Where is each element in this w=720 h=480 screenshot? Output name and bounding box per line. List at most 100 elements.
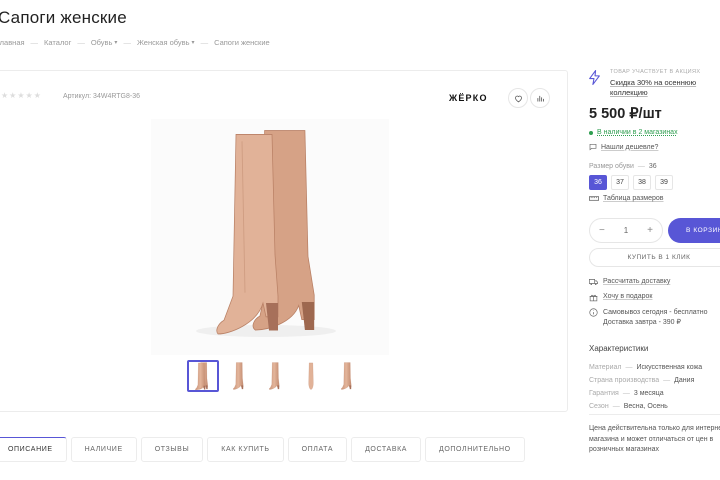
breadcrumb-shoes[interactable]: Обувь [91,38,113,47]
article-number: Артикул: 34W4RTG8-36 [63,93,140,100]
characteristics-title: Характеристики [589,344,649,353]
status-dot-icon [589,130,593,135]
size-label-text: Размер обуви [589,163,634,170]
quantity-stepper: − 1 + [589,218,663,243]
divider [589,414,720,415]
calc-delivery-text[interactable]: Рассчитать доставку [603,278,670,285]
breadcrumb-current: Сапоги женские [214,38,270,47]
size-selector: 36 37 38 39 [589,175,673,190]
chat-icon [589,144,597,151]
ruler-icon [589,196,599,201]
pickup-lines: Самовывоз сегодня - бесплатно Доставка з… [603,308,708,328]
pickup-info: Самовывоз сегодня - бесплатно Доставка з… [589,308,708,328]
bar-chart-icon [536,95,544,101]
thumbnail[interactable] [187,360,219,392]
characteristics-list: Материал — Искусственная кожа Страна произ… [589,361,702,413]
found-cheaper-text[interactable]: Нашли дешевле? [601,144,658,151]
lightning-icon [589,70,600,85]
gift-link[interactable]: Хочу в подарок [589,293,652,302]
availability-text[interactable]: В наличии в 2 магазинах [597,129,678,136]
article-label: Артикул: [63,93,92,100]
thumbnail[interactable] [223,360,255,392]
tab-availability[interactable]: НАЛИЧИЕ [70,437,137,462]
breadcrumb-home[interactable]: Главная [0,38,25,47]
promo-caption: ТОВАР УЧАСТВУЕТ В АКЦИЯХ [610,69,701,75]
brand-logo[interactable]: ЖЁРКО [449,93,488,103]
pickup-text: Самовывоз сегодня - бесплатно [603,309,708,316]
buy-one-click-button[interactable]: КУПИТЬ В 1 КЛИК [589,248,720,267]
quantity-value[interactable]: 1 [624,226,628,235]
price-disclaimer: Цена действительна только для интернет-м… [589,425,720,453]
breadcrumb-women-shoes[interactable]: Женская обувь [137,38,190,47]
calc-delivery-link[interactable]: Рассчитать доставку [589,278,670,286]
rating-stars[interactable]: ★ ★ ★ ★ ★ [1,91,41,100]
breadcrumb-separator: — [123,38,131,47]
breadcrumb-separator: — [200,38,209,47]
heart-icon [514,95,522,102]
characteristic-row: Сезон — Весна, Осень [589,400,702,413]
char-value: Весна, Осень [623,403,668,410]
decrement-button[interactable]: − [599,225,605,236]
tab-reviews[interactable]: ОТЗЫВЫ [140,437,204,462]
availability-status[interactable]: В наличии в 2 магазинах [589,129,678,136]
product-tabs: ОПИСАНИЕ НАЛИЧИЕ ОТЗЫВЫ КАК КУПИТЬ ОПЛАТ… [0,437,525,462]
page-title: Сапоги женские [0,8,127,27]
star-icon: ★ [1,91,9,100]
boots-photo [151,119,389,355]
increment-button[interactable]: + [647,225,653,236]
found-cheaper-link[interactable]: Нашли дешевле? [589,143,658,151]
size-separator: — [637,163,645,170]
size-label: Размер обуви —36 [589,163,657,170]
size-option[interactable]: 38 [633,175,651,190]
info-icon [589,308,598,317]
char-separator: — [625,364,633,371]
thumbnail[interactable] [295,360,327,392]
add-to-cart-button[interactable]: В КОРЗИНУ [668,218,720,243]
char-value: Дания [674,377,695,384]
star-icon: ★ [25,91,33,100]
char-label: Страна производства [589,377,660,384]
size-table-link[interactable]: Таблица размеров [589,195,664,202]
characteristic-row: Гарантия —3 месяца [589,387,702,400]
char-separator: — [622,390,630,397]
char-label: Сезон [589,403,609,410]
tab-payment[interactable]: ОПЛАТА [287,437,348,462]
thumbnail[interactable] [331,360,363,392]
compare-button[interactable] [530,88,550,108]
breadcrumb-catalog[interactable]: Каталог [44,38,71,47]
chevron-down-icon[interactable]: ▾ [114,39,117,46]
product-price: 5 500 ₽/шт [589,106,662,122]
char-value: 3 месяца [633,390,664,397]
char-label: Гарантия [589,390,619,397]
breadcrumb-separator: — [77,38,85,47]
star-icon: ★ [33,91,41,100]
image-thumbnails [187,360,363,392]
product-main-image[interactable] [151,119,389,355]
size-selected-value: 36 [648,163,657,170]
gift-text[interactable]: Хочу в подарок [603,293,652,300]
thumbnail[interactable] [259,360,291,392]
size-option[interactable]: 37 [611,175,629,190]
article-value: 34W4RTG8-36 [93,93,140,100]
char-separator: — [612,403,620,410]
product-gallery-card: ★ ★ ★ ★ ★ Артикул: 34W4RTG8-36 ЖЁРКО [0,70,568,412]
star-icon: ★ [9,91,17,100]
breadcrumb-separator: — [30,38,39,47]
char-separator: — [663,377,671,384]
tab-how-to-buy[interactable]: КАК КУПИТЬ [207,437,284,462]
gift-icon [589,294,598,302]
truck-icon [589,279,598,285]
chevron-down-icon[interactable]: ▾ [192,39,195,46]
tab-delivery[interactable]: ДОСТАВКА [351,437,422,462]
promo-link[interactable]: Скидка 30% на осеннюю коллекцию [610,78,720,98]
size-option[interactable]: 36 [589,175,607,190]
tab-description[interactable]: ОПИСАНИЕ [0,437,67,462]
favorite-button[interactable] [508,88,528,108]
star-icon: ★ [17,91,25,100]
characteristic-row: Материал — Искусственная кожа [589,361,702,374]
tab-additional[interactable]: ДОПОЛНИТЕЛЬНО [425,437,525,462]
size-option[interactable]: 39 [655,175,673,190]
char-label: Материал [589,364,622,371]
delivery-tomorrow-text: Доставка завтра - 390 ₽ [603,319,681,326]
size-table-text[interactable]: Таблица размеров [603,195,664,202]
